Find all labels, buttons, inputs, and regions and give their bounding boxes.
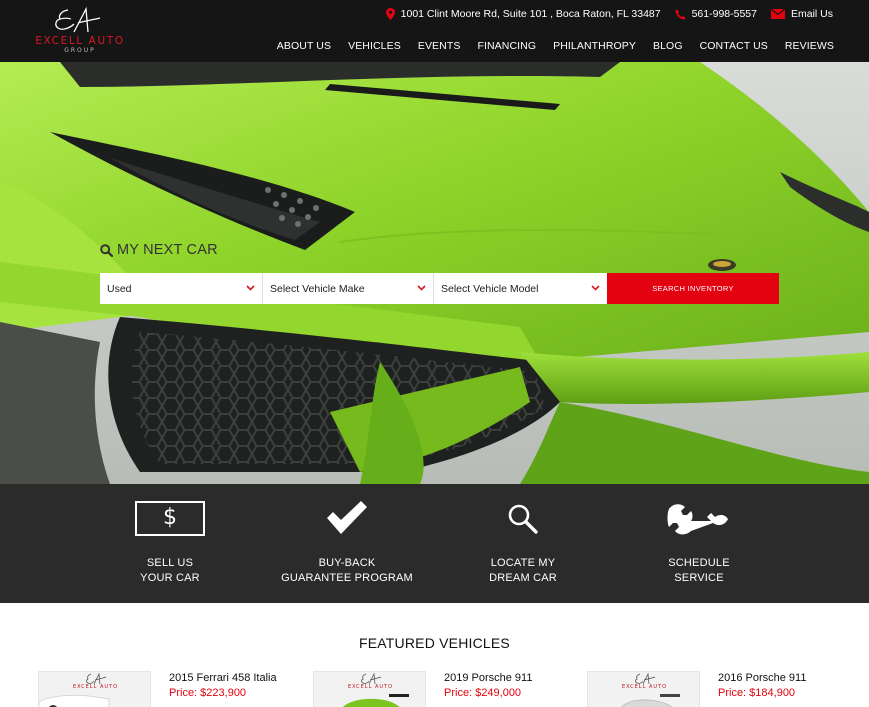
phone-text: 561-998-5557 — [691, 8, 757, 20]
hero-banner: MY NEXT CAR Used Select Vehicle Make Sel… — [0, 62, 869, 484]
vehicle-card[interactable]: EXCELL AUTO 2019 Porsche 911 Price: $249… — [313, 671, 573, 707]
main-nav: ABOUT US VEHICLES EVENTS FINANCING PHILA… — [260, 40, 834, 52]
model-select[interactable]: Select Vehicle Model — [434, 273, 607, 304]
nav-philanthropy[interactable]: PHILANTHROPY — [553, 40, 636, 52]
service-label-line1: BUY-BACK — [318, 557, 376, 569]
vehicle-name[interactable]: 2019 Porsche 911 — [444, 672, 532, 684]
make-select[interactable]: Select Vehicle Make — [263, 273, 434, 304]
make-placeholder: Select Vehicle Make — [270, 283, 365, 295]
service-label-line1: LOCATE MY — [490, 557, 556, 569]
vehicle-price: Price: $223,900 — [169, 687, 247, 699]
search-title: MY NEXT CAR — [100, 242, 218, 258]
nav-blog[interactable]: BLOG — [653, 40, 683, 52]
logo-brand: EXCELL AUTO — [35, 35, 125, 47]
service-label-line2: SERVICE — [674, 572, 724, 584]
envelope-icon — [770, 9, 785, 19]
services-band: $ SELL US YOUR CAR BUY-BACK GUARANTEE PR… — [0, 484, 869, 603]
wrench-icon — [667, 504, 728, 535]
service-label-line2: YOUR CAR — [140, 572, 200, 584]
service-label-line1: SELL US — [146, 557, 194, 569]
vehicle-price: Price: $249,000 — [444, 687, 522, 699]
service-label-line2: DREAM CAR — [489, 572, 557, 584]
nav-events[interactable]: EVENTS — [418, 40, 461, 52]
service-locate-dream-car[interactable]: LOCATE MY DREAM CAR — [443, 484, 603, 586]
vehicle-card[interactable]: EXCELL AUTO 2016 Porsche 911 Price: $184… — [587, 671, 847, 707]
map-pin-icon — [385, 8, 395, 20]
checkmark-icon — [327, 501, 367, 534]
phone-icon — [675, 9, 686, 19]
logo-subtitle: GROUP — [64, 47, 96, 54]
logo[interactable]: EXCELL AUTO GROUP — [28, 6, 132, 56]
email-link[interactable]: Email Us — [770, 8, 833, 20]
address-link[interactable]: 1001 Clint Moore Rd, Suite 101 , Boca Ra… — [385, 8, 661, 20]
nav-reviews[interactable]: REVIEWS — [785, 40, 834, 52]
chevron-down-icon — [246, 285, 255, 291]
service-label-line1: SCHEDULE — [668, 557, 730, 569]
service-label-line2: GUARANTEE PROGRAM — [281, 572, 413, 584]
vehicle-name[interactable]: 2016 Porsche 911 — [718, 672, 806, 684]
nav-vehicles[interactable]: VEHICLES — [348, 40, 401, 52]
green-car-image — [342, 694, 409, 707]
chevron-down-icon — [417, 285, 426, 291]
white-car-image — [39, 694, 110, 707]
nav-contact-us[interactable]: CONTACT US — [700, 40, 768, 52]
vehicle-search-form: Used Select Vehicle Make Select Vehicle … — [100, 273, 779, 304]
service-sell-us-your-car[interactable]: $ SELL US YOUR CAR — [90, 484, 250, 586]
vehicle-price: Price: $184,900 — [718, 687, 796, 699]
model-placeholder: Select Vehicle Model — [441, 283, 539, 295]
nav-about-us[interactable]: ABOUT US — [277, 40, 331, 52]
condition-value: Used — [107, 283, 132, 295]
service-buy-back[interactable]: BUY-BACK GUARANTEE PROGRAM — [267, 484, 427, 586]
featured-title: FEATURED VEHICLES — [359, 635, 510, 651]
condition-select[interactable]: Used — [100, 273, 263, 304]
logo-signature-icon — [55, 6, 101, 33]
address-text: 1001 Clint Moore Rd, Suite 101 , Boca Ra… — [400, 8, 661, 20]
vehicle-thumbnail[interactable]: EXCELL AUTO — [38, 671, 151, 707]
search-inventory-button[interactable]: SEARCH INVENTORY — [607, 273, 779, 304]
vehicle-thumbnail[interactable]: EXCELL AUTO — [587, 671, 700, 707]
phone-link[interactable]: 561-998-5557 — [675, 8, 757, 20]
vehicle-name[interactable]: 2015 Ferrari 458 Italia — [169, 672, 277, 684]
contact-bar: 1001 Clint Moore Rd, Suite 101 , Boca Ra… — [372, 8, 833, 20]
nav-financing[interactable]: FINANCING — [477, 40, 536, 52]
search-icon — [100, 243, 113, 257]
silver-car-image — [621, 694, 680, 707]
vehicle-card[interactable]: EXCELL AUTO 2015 Ferrari 458 Italia Pric… — [38, 671, 298, 707]
search-title-text: MY NEXT CAR — [117, 242, 218, 258]
service-schedule-service[interactable]: SCHEDULE SERVICE — [619, 484, 779, 586]
dollar-icon: $ — [135, 501, 205, 536]
vehicle-thumbnail[interactable]: EXCELL AUTO — [313, 671, 426, 707]
chevron-down-icon — [591, 285, 600, 291]
email-text: Email Us — [790, 8, 833, 20]
site-header: EXCELL AUTO GROUP 1001 Clint Moore Rd, S… — [0, 0, 869, 62]
search-icon — [508, 504, 538, 534]
